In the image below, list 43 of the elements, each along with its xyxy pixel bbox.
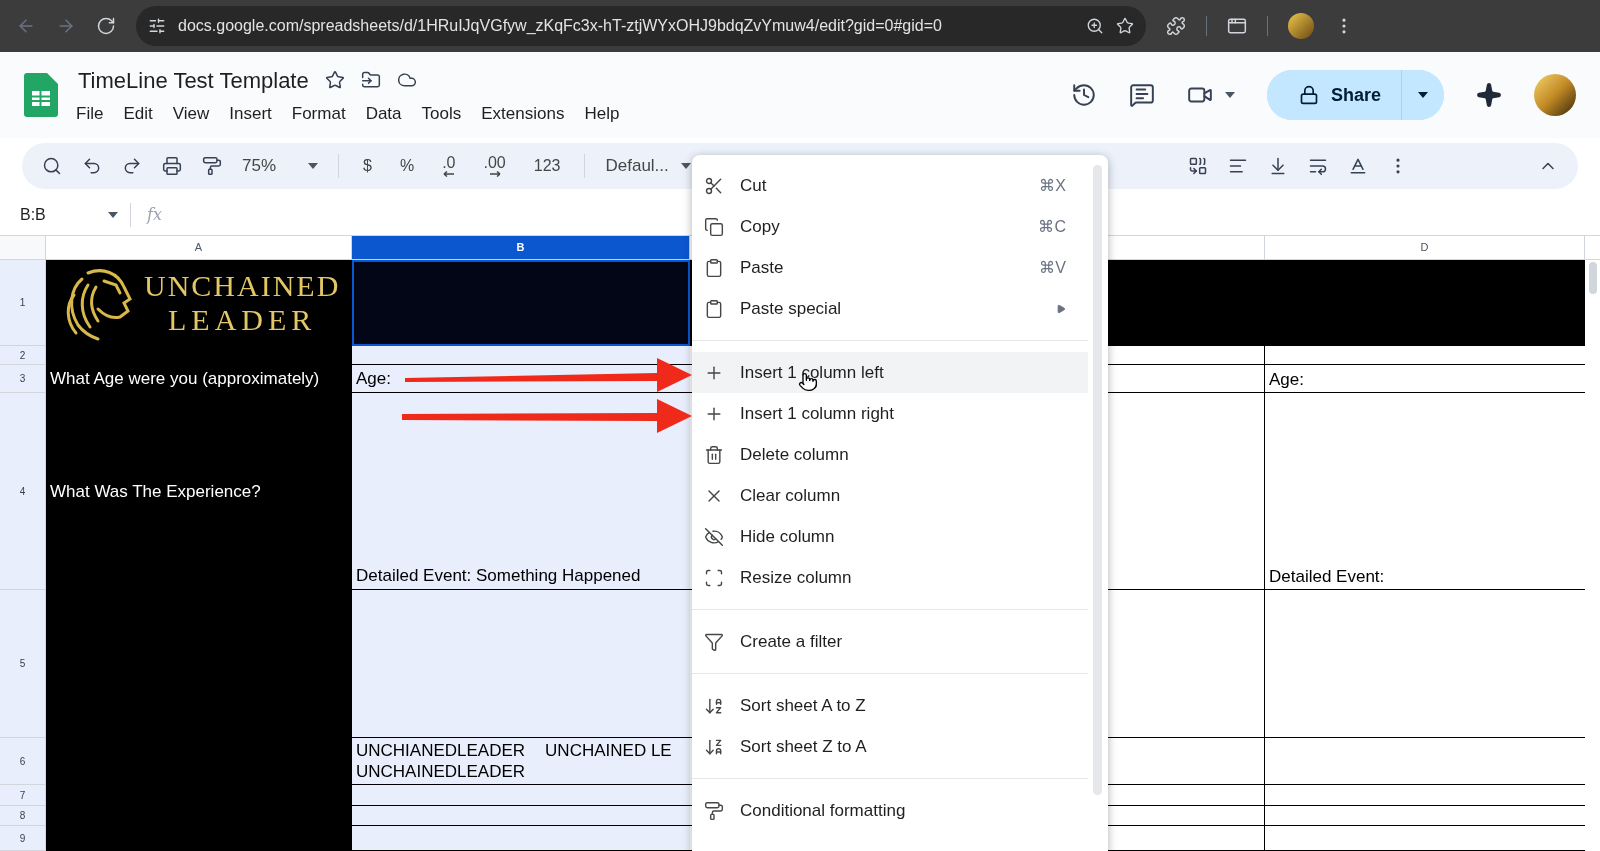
menu-item[interactable]: File	[76, 100, 104, 127]
fx-label: fx	[147, 203, 162, 226]
address-bar[interactable]: docs.google.com/spreadsheets/d/1HRuIJqVGfyw_zKqFc3x-hT-ztjWYxOHJ9bdqZvYmuw4/edit?gid=0#gid=0	[136, 6, 1146, 46]
menu-item[interactable]: Help	[584, 100, 620, 127]
url-text: docs.google.com/spreadsheets/d/1HRuIJqVGfyw_zKqFc3x-hT-ztjWYxOHJ9bdqZvYmuw4/edit?gid=0#gid=0	[178, 16, 943, 36]
cell-text: Age:	[356, 367, 391, 390]
cell-text: Detailed Event:	[1269, 565, 1385, 588]
menu-item[interactable]: Format	[291, 100, 346, 127]
row-header[interactable]: 2	[0, 346, 46, 365]
cell-text: UNCHAINEDLEADER	[356, 761, 527, 782]
row-header[interactable]: 4	[0, 393, 46, 590]
row-header[interactable]: 6	[0, 738, 46, 785]
format-button[interactable]: $	[359, 158, 376, 174]
row-header[interactable]: 9	[0, 826, 46, 851]
cell-text: What Age were you (approximately)	[49, 368, 320, 391]
row-header[interactable]: 3	[0, 365, 46, 393]
menu-item[interactable]: Tools	[421, 100, 462, 127]
format-button[interactable]: .0	[438, 155, 460, 177]
cell-text: UNCHIANEDLEADER	[356, 740, 526, 761]
column-header[interactable]: B	[352, 236, 690, 259]
row-header[interactable]: 7	[0, 785, 46, 806]
zoom-dropdown[interactable]: 75%	[242, 153, 319, 179]
format-button[interactable]: .00	[479, 155, 510, 177]
menu-item[interactable]: Extensions	[481, 100, 565, 127]
name-box[interactable]: B:B	[0, 202, 130, 227]
logo-text: UNCHAINED	[144, 268, 341, 303]
logo-text: LEADER	[168, 303, 317, 338]
row-header[interactable]: 5	[0, 590, 46, 738]
cell-text: Detailed Event: Something Happened	[356, 564, 641, 587]
format-button[interactable]: 123	[529, 158, 565, 174]
cell-text: UNCHAINED LE	[545, 740, 672, 761]
format-button[interactable]: %	[395, 158, 419, 174]
font-dropdown[interactable]: Defaul...	[605, 153, 691, 179]
menu-item[interactable]: Insert	[229, 100, 272, 127]
cell-text: What Was The Experience?	[49, 480, 261, 503]
menu-item[interactable]: Data	[365, 100, 402, 127]
row-header[interactable]: 1	[0, 260, 46, 346]
menu-item[interactable]: Insert 1 column left	[692, 352, 1088, 393]
menu-item[interactable]: Edit	[123, 100, 153, 127]
document-title[interactable]: TimeLine Test Template	[78, 63, 309, 97]
row-header[interactable]: 8	[0, 806, 46, 826]
cell-text: Age:	[1269, 368, 1304, 391]
menu-item[interactable]: View	[172, 100, 210, 127]
